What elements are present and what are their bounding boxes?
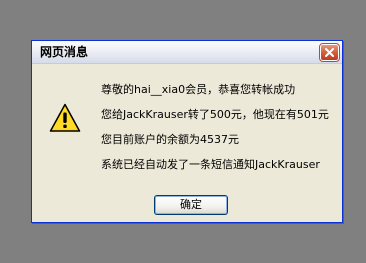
close-x-icon (325, 48, 334, 57)
message-line: 您目前账户的余额为4537元 (101, 133, 239, 146)
message-line: 系统已经自动发了一条短信通知JackKrauser (101, 158, 320, 171)
dialog-title: 网页消息 (40, 45, 89, 59)
dialog-titlebar[interactable]: 网页消息 (32, 41, 342, 64)
message-line: 您给JackKrauser转了500元，他现在有501元 (101, 108, 329, 121)
message-dialog: 网页消息 尊敬的hai__xia0会员，恭喜您转帐成功 您给JackKrause… (31, 40, 343, 223)
warning-triangle-icon (49, 103, 81, 132)
ok-button[interactable]: 确定 (154, 195, 228, 215)
message-line: 尊敬的hai__xia0会员，恭喜您转帐成功 (101, 83, 296, 96)
close-button[interactable] (319, 43, 340, 62)
message-text: 尊敬的hai__xia0会员，恭喜您转帐成功 您给JackKrauser转了50… (101, 83, 339, 183)
